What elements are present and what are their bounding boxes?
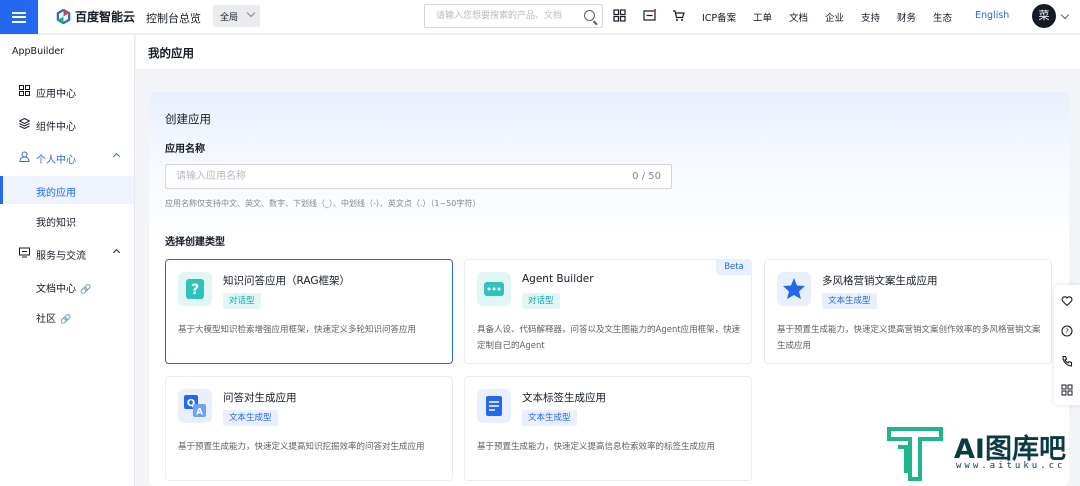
sidebar-item-label: 社区 [36,314,56,325]
app-type-card-qa-pairs[interactable]: QA 问答对生成应用 文本生成型 基于预置生成能力，快速定义提高知识挖掘效率的问… [165,376,453,481]
app-type-card-agent-builder[interactable]: Agent Builder 对话型 Beta 具备人设、代码解释器，问答以及文生… [464,259,752,364]
app-name-hint: 应用名称仅支持中文、英文、数字、下划线（_）、中划线（-）、英文点（.）（1~5… [165,199,481,208]
chevron-down-icon[interactable] [1060,10,1070,20]
app-name-label: 应用名称 [165,144,205,155]
nav-link-ecosystem[interactable]: 生态 [933,10,952,24]
cart-icon[interactable] [672,9,685,22]
card-title: 多风格营销文案生成应用 [822,275,938,287]
page-header: 我的应用 [136,35,1080,70]
sidebar-item-label: 个人中心 [36,155,76,166]
apps-grid-icon[interactable] [613,9,626,22]
external-link-icon: 🔗 [60,315,72,325]
apps-grid-icon[interactable] [1061,384,1073,396]
card-title: 问答对生成应用 [223,392,297,404]
char-counter: 0 / 50 [632,171,661,182]
chevron-down-icon [246,8,256,18]
card-type-tag: 文本生成型 [223,410,278,426]
floating-toolbar: ? [1054,285,1080,405]
watermark-logo-icon [887,427,943,481]
message-icon[interactable] [643,9,656,22]
card-type-tag: 文本生成型 [522,410,577,426]
question-icon: ? [178,272,212,306]
search-input[interactable] [425,5,575,27]
nav-link-finance[interactable]: 财务 [897,10,916,24]
card-type-tag: 文本生成型 [822,293,877,309]
heart-icon[interactable] [1061,295,1073,307]
sidebar-item-component-center[interactable]: 组件中心 [0,110,134,138]
sidebar-item-label: 服务与交流 [36,251,86,262]
app-type-card-text-tags[interactable]: 文本标签生成应用 文本生成型 基于预置生成能力，快速定义提高信息检索效率的标签生… [464,376,752,481]
sidebar-item-label: 我的知识 [36,218,76,229]
card-description: 基于预置生成能力，快速定义提高营销文案创作效率的多风格营销文案生成应用 [777,325,1041,351]
chat-bubble-icon [477,272,511,306]
app-name-field[interactable]: 0 / 50 [165,164,672,189]
app-name-input[interactable] [166,165,606,188]
qa-icon: QA [178,389,212,423]
help-icon[interactable]: ? [1061,325,1073,337]
beta-badge: Beta [716,259,752,275]
brand-logo[interactable]: 百度智能云 [56,8,135,25]
card-title: 文本标签生成应用 [522,392,606,404]
svg-text:?: ? [1065,328,1069,336]
user-icon [19,151,30,162]
hamburger-menu-icon[interactable] [0,0,38,34]
app-type-card-rag[interactable]: ? 知识问答应用（RAG框架） 对话型 基于大模型知识检索增强应用框架，快速定义… [165,259,453,364]
sidebar-item-app-center[interactable]: 应用中心 [0,77,134,105]
baidu-cloud-logo-icon [56,9,71,24]
language-switch[interactable]: English [975,10,1009,21]
panel-title: 创建应用 [165,112,211,126]
sidebar-item-label: 文档中心 [36,284,76,295]
watermark: AI图库吧 www.aituku.cc [886,425,1076,483]
sidebar-item-doc-center[interactable]: 文档中心 🔗 [0,272,134,300]
nav-link-icp[interactable]: ICP备案 [702,10,736,24]
sidebar-item-my-knowledge[interactable]: 我的知识 [0,206,134,234]
card-title: Agent Builder [522,273,594,285]
chevron-up-icon [112,152,121,161]
sidebar-title: AppBuilder [12,46,65,57]
grid-icon [19,85,30,96]
sidebar-item-service[interactable]: 服务与交流 [0,239,134,267]
sidebar-item-my-apps[interactable]: 我的应用 [0,176,134,204]
nav-link-enterprise[interactable]: 企业 [825,10,844,24]
sidebar-item-label-wrap: 社区 🔗 [36,310,71,325]
watermark-url: www.aituku.cc [956,461,1066,471]
nav-link-docs[interactable]: 文档 [789,10,808,24]
nav-link-support[interactable]: 支持 [861,10,880,24]
external-link-icon: 🔗 [80,285,92,295]
sidebar: AppBuilder 应用中心 组件中心 个人中心 我的应用 我的知识 服务与交… [0,35,135,486]
card-description: 基于预置生成能力，快速定义提高知识挖掘效率的问答对生成应用 [178,442,425,452]
top-navigation-bar: 百度智能云 控制台总览 全局 ICP备案 工单 文档 企业 支持 财务 生态 E… [0,0,1080,34]
chevron-up-icon [112,248,121,257]
sidebar-item-community[interactable]: 社区 🔗 [0,302,134,330]
layers-icon [19,118,30,129]
app-type-label: 选择创建类型 [165,237,225,248]
sidebar-item-label: 我的应用 [36,188,76,199]
global-search[interactable] [424,4,603,28]
svg-text:?: ? [191,282,199,298]
star-icon [777,272,811,306]
page-title: 我的应用 [148,46,194,60]
search-icon[interactable] [584,10,595,21]
brand-name: 百度智能云 [75,10,136,24]
card-description: 基于大模型知识检索增强应用框架，快速定义多轮知识问答应用 [178,325,417,335]
card-type-tag: 对话型 [522,293,560,309]
card-title: 知识问答应用（RAG框架） [223,275,351,287]
document-icon [477,389,511,423]
sidebar-item-label: 组件中心 [36,122,76,133]
region-select[interactable]: 全局 [213,5,260,27]
app-type-card-marketing[interactable]: 多风格营销文案生成应用 文本生成型 基于预置生成能力，快速定义提高营销文案创作效… [764,259,1052,364]
console-overview-link[interactable]: 控制台总览 [146,10,201,26]
card-description: 具备人设、代码解释器，问答以及文生图能力的Agent应用框架，快速定制自己的Ag… [477,325,741,351]
phone-icon[interactable] [1061,355,1073,367]
sidebar-item-label: 应用中心 [36,89,76,100]
card-type-tag: 对话型 [223,293,261,309]
avatar[interactable]: 菜 [1032,4,1056,28]
sidebar-item-label-wrap: 文档中心 🔗 [36,280,91,295]
chat-icon [19,247,30,258]
nav-link-ticket[interactable]: 工单 [753,10,772,24]
card-description: 基于预置生成能力，快速定义提高信息检索效率的标签生成应用 [477,442,716,452]
svg-text:A: A [196,408,203,418]
region-value: 全局 [220,13,239,23]
sidebar-item-personal-center[interactable]: 个人中心 [0,143,134,171]
